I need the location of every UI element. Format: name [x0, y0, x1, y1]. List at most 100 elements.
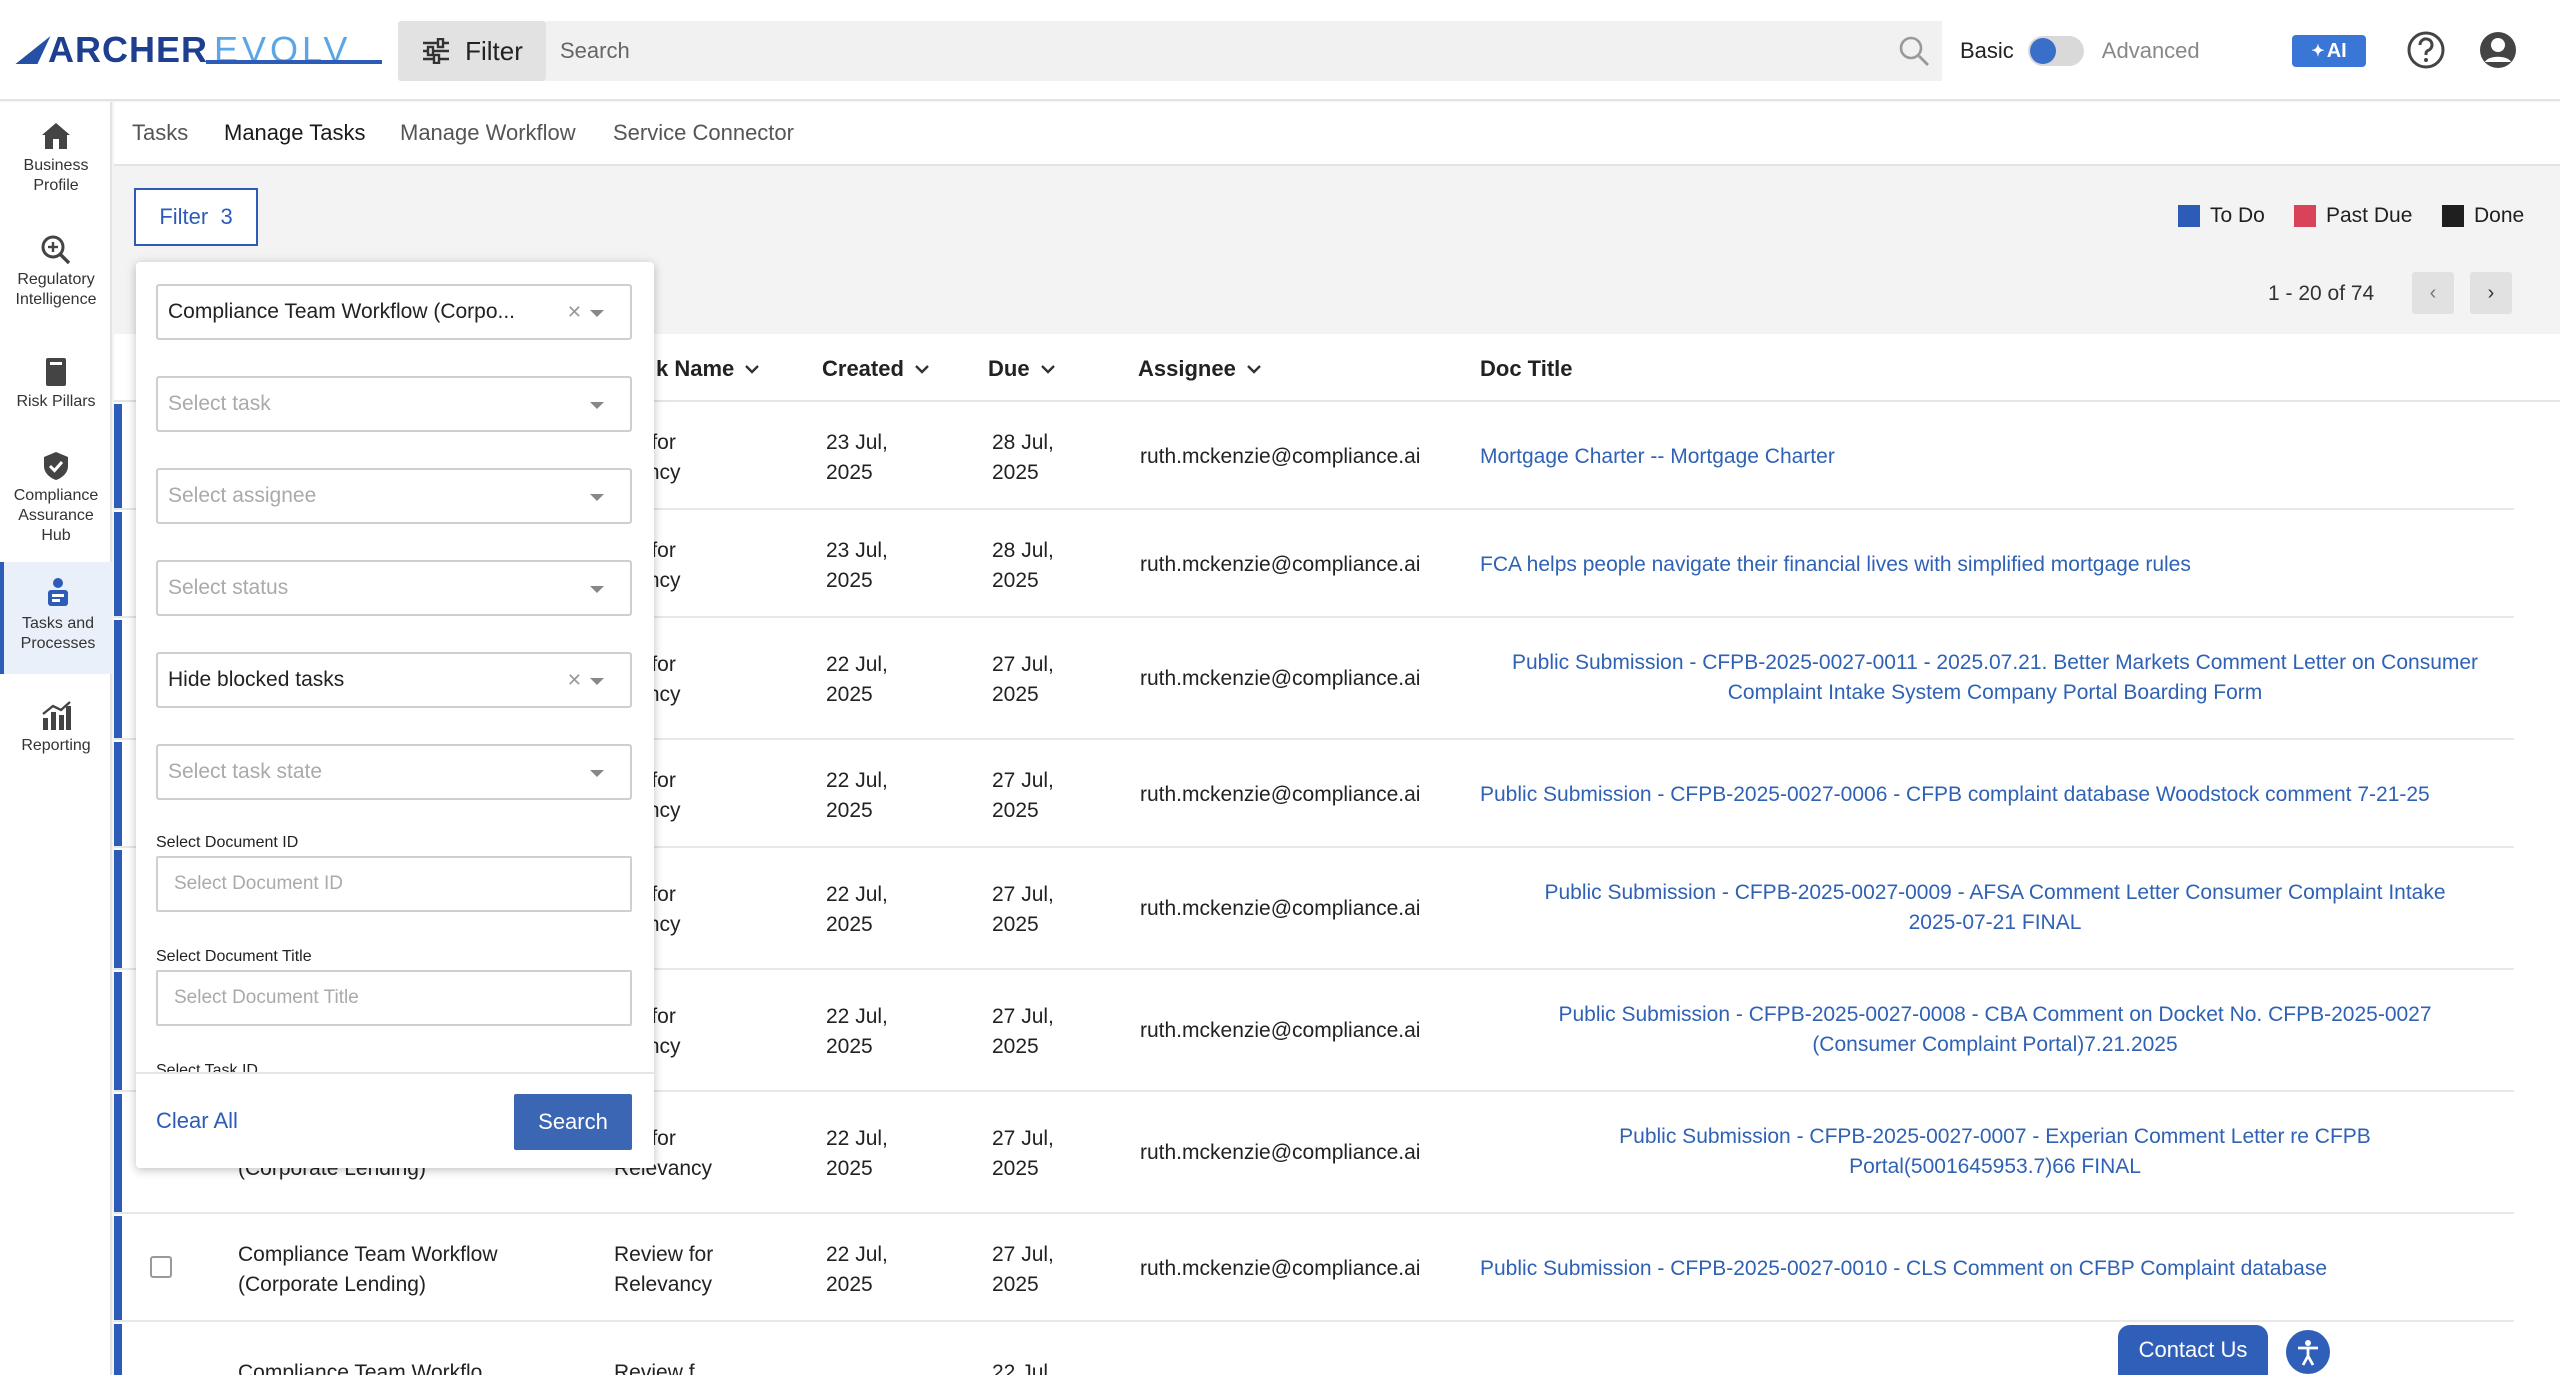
column-header-task-name[interactable]: k Name [656, 356, 760, 382]
clear-icon[interactable]: ✕ [567, 670, 582, 691]
workflow-select[interactable]: Compliance Team Workflow (Corpo... ✕ [156, 284, 632, 340]
filter-search-button[interactable]: Search [514, 1094, 632, 1150]
column-header-doc-title: Doc Title [1480, 356, 1573, 382]
accessibility-button[interactable] [2286, 1330, 2330, 1374]
chevron-right-icon: › [2487, 281, 2495, 304]
doc-title-link[interactable]: Public Submission - CFPB-2025-0027-0008 … [1480, 1000, 2510, 1060]
nav-regulatory-intelligence[interactable]: Regulatory Intelligence [0, 234, 112, 310]
created-cell: 22 Jul, 2025 [826, 1240, 888, 1300]
legend-label: Done [2474, 204, 2525, 227]
ai-button[interactable]: ✦ AI [2292, 35, 2366, 67]
sliders-icon [423, 38, 450, 64]
doc-title-link[interactable]: Public Submission - CFPB-2025-0027-0009 … [1480, 878, 2510, 938]
tasks-person-icon [48, 578, 68, 606]
contact-us-button[interactable]: Contact Us [2118, 1325, 2268, 1375]
tab-manage-workflow[interactable]: Manage Workflow [400, 120, 576, 146]
filter-panel-footer: Clear All Search [136, 1072, 654, 1168]
due-cell: 28 Jul, 2025 [992, 428, 1054, 488]
nav-label-line2: Profile [33, 177, 79, 194]
cell-line: 2025 [992, 913, 1039, 936]
legend-swatch [2442, 205, 2464, 227]
doc-title-link[interactable]: Public Submission - CFPB-2025-0027-0006 … [1480, 780, 2510, 810]
table-row[interactable]: Compliance Team Workflow (Corporate Lendi… [114, 1216, 2514, 1322]
legend-label: Past Due [2326, 204, 2413, 227]
clear-all-button[interactable]: Clear All [156, 1108, 238, 1134]
blocked-tasks-select[interactable]: Hide blocked tasks ✕ [156, 652, 632, 708]
chevron-down-icon [915, 365, 929, 374]
status-select[interactable]: Select status [156, 560, 632, 616]
doc-title-link[interactable]: Public Submission - CFPB-2025-0027-0010 … [1480, 1254, 2510, 1284]
document-title-input[interactable] [156, 970, 632, 1026]
help-icon[interactable] [2406, 30, 2446, 70]
user-avatar-icon[interactable] [2478, 30, 2518, 70]
blocked-tasks-select-value: Hide blocked tasks [168, 668, 345, 691]
created-cell: 22 Jul, 2025 [826, 1124, 888, 1184]
nav-reporting[interactable]: Reporting [0, 700, 112, 756]
nav-label-line2: Assurance [18, 507, 94, 524]
cell-line: Compliance Team Workflow [238, 1243, 498, 1266]
cell-line: 22 Jul, [826, 1243, 888, 1266]
cell-line: 2025-07-21 FINAL [1908, 911, 2082, 934]
doc-title-link[interactable]: Public Submission - CFPB-2025-0027-0007 … [1480, 1122, 2510, 1182]
assignee-cell: ruth.mckenzie@compliance.ai [1140, 445, 1421, 468]
column-header-assignee[interactable]: Assignee [1138, 356, 1262, 382]
mode-advanced-label: Advanced [2101, 38, 2200, 63]
tab-service-connector[interactable]: Service Connector [613, 120, 794, 146]
status-bar [114, 1094, 122, 1212]
cell-line: 22 Jul, [826, 1005, 888, 1028]
nav-business-profile[interactable]: Business Profile [0, 120, 112, 196]
cell-line: 23 Jul, [826, 539, 888, 562]
row-checkbox[interactable] [150, 1256, 172, 1278]
nav-compliance-assurance-hub[interactable]: Compliance Assurance Hub [0, 450, 112, 546]
cell-line: 2025 [992, 683, 1039, 706]
status-bar [114, 404, 122, 508]
created-cell: 23 Jul, 2025 [826, 536, 888, 596]
chevron-down-icon [590, 494, 604, 501]
assignee-cell: ruth.mckenzie@compliance.ai [1140, 553, 1421, 576]
legend-swatch [2294, 205, 2316, 227]
search-icon[interactable] [1898, 35, 1930, 67]
cell-line: 23 Jul, [826, 431, 888, 454]
assignee-cell: ruth.mckenzie@compliance.ai [1140, 783, 1421, 806]
tab-tasks[interactable]: Tasks [132, 120, 188, 146]
due-cell: 27 Jul, 2025 [992, 1002, 1054, 1062]
cell-line: 2025 [992, 1035, 1039, 1058]
workflow-cell: Compliance Team Workflow (Corporate Lendi… [238, 1240, 498, 1300]
due-cell: 28 Jul, 2025 [992, 536, 1054, 596]
column-header-due[interactable]: Due [988, 356, 1056, 382]
nav-risk-pillars[interactable]: Risk Pillars [0, 356, 112, 412]
created-cell: 22 Jul, 2025 [826, 1002, 888, 1062]
doc-title-link[interactable]: Mortgage Charter -- Mortgage Charter [1480, 442, 2510, 472]
tasks-filter-button[interactable]: Filter 3 [134, 188, 258, 246]
nav-label-line1: Risk Pillars [16, 393, 96, 410]
task-select[interactable]: Select task [156, 376, 632, 432]
cell-line: Public Submission - CFPB-2025-0027-0009 … [1544, 881, 2446, 904]
nav-tasks-and-processes[interactable]: Tasks and Processes [0, 562, 112, 674]
clear-icon[interactable]: ✕ [567, 302, 582, 323]
cell-line: 2025 [826, 1273, 873, 1296]
doc-title-link[interactable]: Public Submission - CFPB-2025-0027-0011 … [1480, 648, 2510, 708]
assignee-select[interactable]: Select assignee [156, 468, 632, 524]
due-cell: 27 Jul, 2025 [992, 1124, 1054, 1184]
nav-label-line2: Processes [20, 635, 96, 652]
global-filter-button[interactable]: Filter [398, 21, 546, 81]
mode-toggle[interactable] [2027, 36, 2084, 66]
legend-done: Done [2442, 204, 2524, 228]
column-header-created[interactable]: Created [822, 356, 930, 382]
cell-line: (Corporate Lending) [238, 1273, 426, 1296]
legend-label: To Do [2210, 204, 2265, 227]
task-state-select[interactable]: Select task state [156, 744, 632, 800]
nav-label-line1: Reporting [21, 737, 91, 754]
cell-line: Mortgage Charter -- Mortgage Charter [1480, 445, 1835, 468]
prev-page-button[interactable]: ‹ [2412, 272, 2454, 314]
cell-line: 2025 [992, 799, 1039, 822]
global-search-input[interactable] [560, 38, 1860, 64]
tab-manage-tasks[interactable]: Manage Tasks [224, 120, 365, 146]
cell-line: 27 Jul, [992, 653, 1054, 676]
status-bar [114, 1324, 122, 1375]
document-id-input[interactable] [156, 856, 632, 912]
nav-label-line1: Compliance [13, 487, 99, 504]
next-page-button[interactable]: › [2470, 272, 2512, 314]
doc-title-link[interactable]: FCA helps people navigate their financia… [1480, 550, 2510, 580]
cell-line: 2025 [826, 799, 873, 822]
